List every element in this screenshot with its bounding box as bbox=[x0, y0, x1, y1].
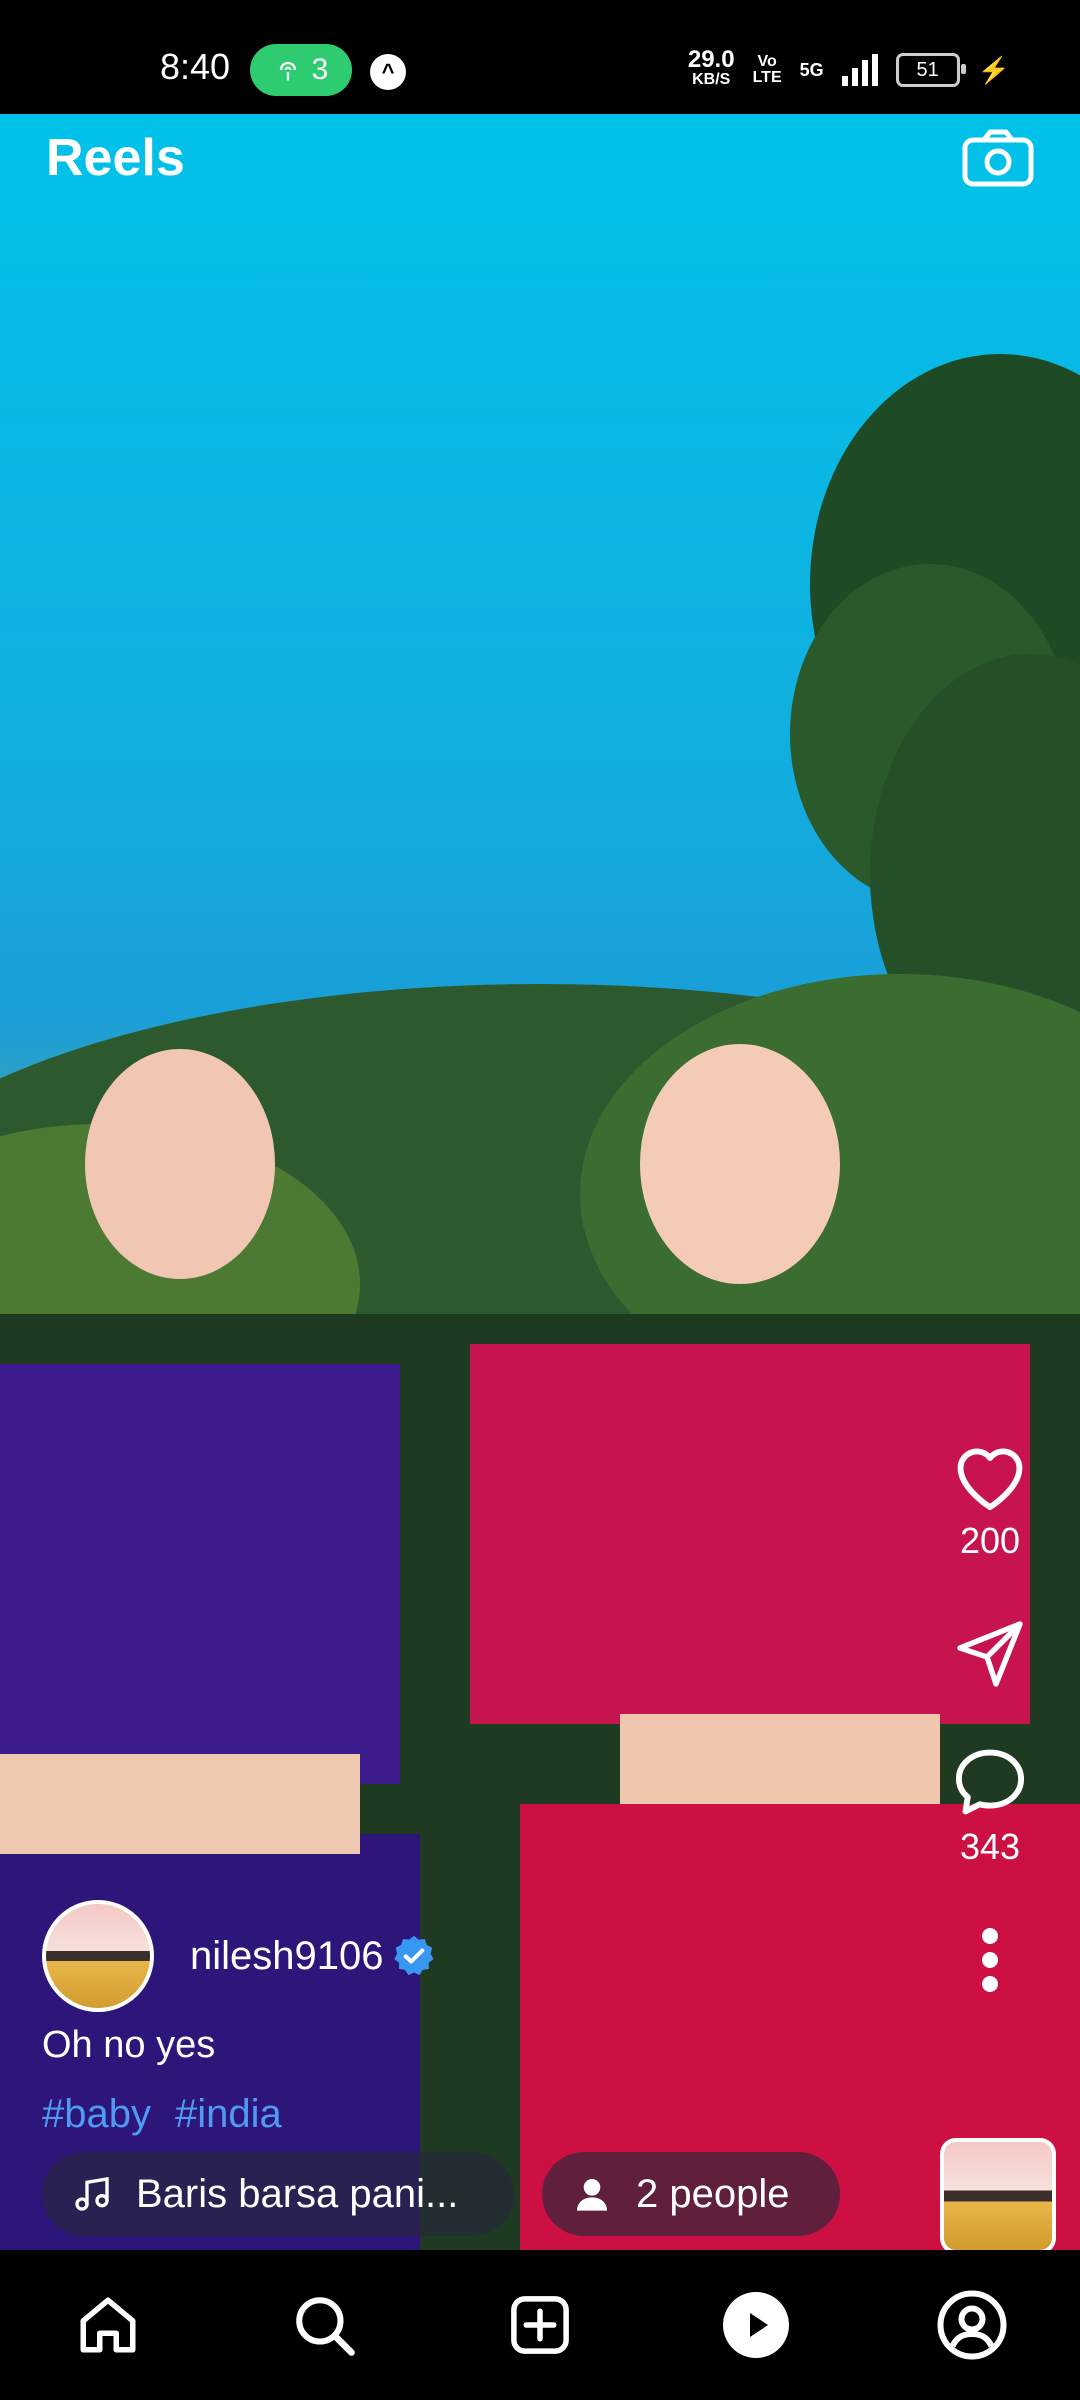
camera-icon[interactable] bbox=[962, 128, 1034, 188]
net-speed: 29.0 KB/S bbox=[687, 46, 735, 90]
nav-home[interactable] bbox=[68, 2285, 148, 2365]
volte-bottom: LTE bbox=[752, 69, 782, 86]
comment-count[interactable]: 343 bbox=[960, 1826, 1020, 1868]
comment-icon[interactable] bbox=[950, 1746, 1030, 1818]
more-options-icon[interactable] bbox=[978, 1924, 1002, 1996]
share-action bbox=[954, 1618, 1026, 1690]
app-indicator-icon: ^ bbox=[370, 54, 406, 90]
volte-top: Vo bbox=[757, 53, 777, 70]
home-icon bbox=[80, 2297, 136, 2353]
battery-level: 51 bbox=[916, 58, 939, 81]
create-icon bbox=[511, 2296, 569, 2354]
battery-icon: 51 bbox=[895, 53, 966, 87]
signal-icon bbox=[841, 54, 878, 86]
music-title: Baris barsa pani... bbox=[136, 2171, 459, 2216]
music-note-icon bbox=[75, 2177, 109, 2211]
action-column: 200 343 bbox=[930, 1440, 1050, 1996]
charging-icon: ⚡ bbox=[977, 54, 1010, 85]
reels-icon bbox=[723, 2292, 789, 2358]
profile-icon bbox=[937, 2290, 1007, 2360]
people-label: 2 people bbox=[636, 2171, 790, 2216]
more-action bbox=[978, 1924, 1002, 1996]
audio-thumbnail[interactable] bbox=[940, 2138, 1056, 2254]
search-icon bbox=[296, 2297, 355, 2356]
heart-icon[interactable] bbox=[950, 1440, 1030, 1512]
hashtag-link[interactable]: #baby bbox=[42, 2092, 151, 2137]
hotspot-count: 3 bbox=[311, 53, 329, 86]
status-right: 29.0 KB/S Vo LTE 5G 51 ⚡ bbox=[687, 46, 1010, 90]
nav-reels[interactable] bbox=[716, 2285, 796, 2365]
author-row: nilesh9106 bbox=[42, 1900, 436, 2012]
verified-badge-icon bbox=[393, 1935, 433, 1976]
nav-profile[interactable] bbox=[932, 2285, 1012, 2365]
people-chip[interactable]: 2 people bbox=[542, 2152, 840, 2236]
share-icon[interactable] bbox=[954, 1618, 1026, 1690]
hashtags: #baby #india bbox=[42, 2092, 282, 2137]
net-speed-unit: KB/S bbox=[692, 71, 731, 88]
comment-action: 343 bbox=[950, 1746, 1030, 1868]
hashtag-link[interactable]: #india bbox=[175, 2092, 282, 2137]
nav-search[interactable] bbox=[284, 2285, 364, 2365]
hotspot-icon bbox=[279, 61, 296, 81]
nav-create[interactable] bbox=[500, 2285, 580, 2365]
username[interactable]: nilesh9106 bbox=[190, 1934, 384, 1979]
hotspot-indicator: 3 bbox=[250, 44, 352, 96]
bottom-nav bbox=[0, 2250, 1080, 2400]
status-bar: 8:40 3 ^ 29.0 KB/S Vo LTE 5G 51 ⚡ bbox=[0, 0, 1080, 114]
person-icon bbox=[577, 2179, 607, 2211]
avatar[interactable] bbox=[42, 1900, 154, 2012]
network-type: 5G bbox=[799, 59, 824, 80]
music-chip[interactable]: Baris barsa pani... bbox=[42, 2152, 514, 2236]
status-time: 8:40 bbox=[160, 46, 231, 87]
like-count[interactable]: 200 bbox=[960, 1520, 1020, 1562]
caption: Oh no yes bbox=[42, 2024, 216, 2066]
net-speed-value: 29.0 bbox=[687, 46, 735, 73]
volte-indicator: Vo LTE bbox=[753, 54, 782, 86]
page-title: Reels bbox=[46, 129, 185, 187]
like-action: 200 bbox=[950, 1440, 1030, 1562]
